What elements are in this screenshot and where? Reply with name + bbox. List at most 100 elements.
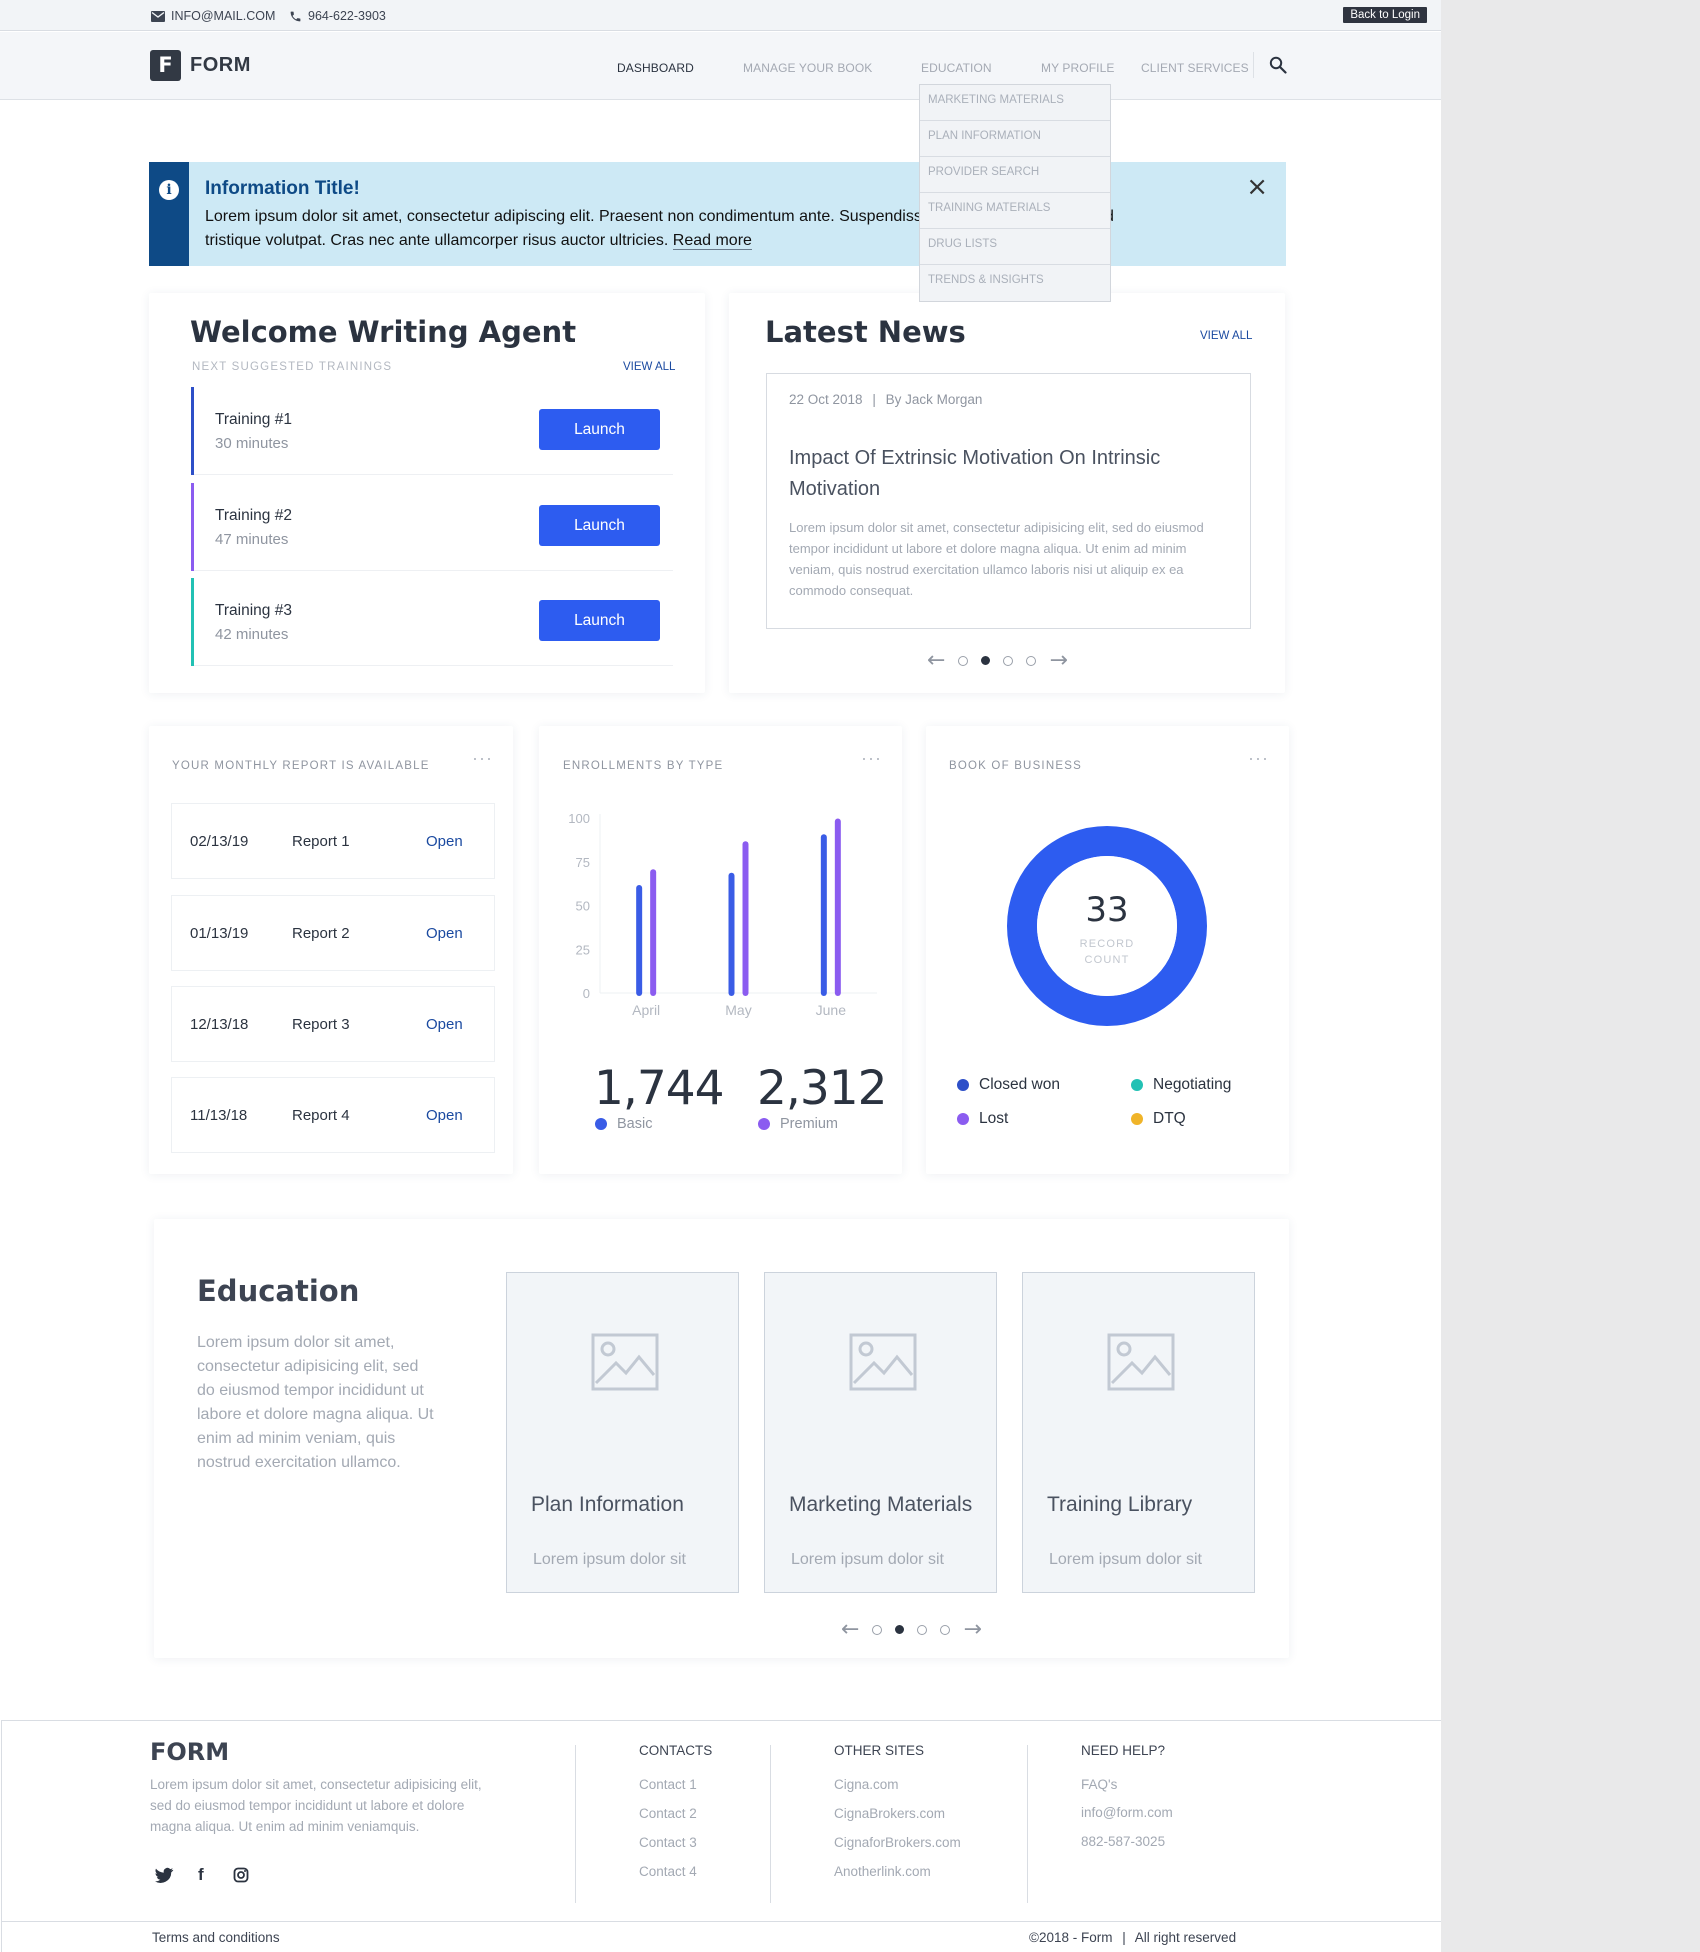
report-date: 12/13/18 [190, 1016, 249, 1033]
nav-education[interactable]: EDUCATION [921, 61, 992, 75]
dropdown-item-trends-insights[interactable]: TRENDS & INSIGHTS [920, 265, 1110, 301]
meta-divider: | [872, 392, 876, 407]
nav-my-profile[interactable]: MY PROFILE [1041, 61, 1114, 75]
other-sites-heading: OTHER SITES [834, 1743, 925, 1758]
logo[interactable]: F FORM [150, 50, 251, 81]
carousel-dot[interactable] [872, 1624, 883, 1635]
premium-total: 2,312 [757, 1061, 888, 1116]
dropdown-item-drug-lists[interactable]: DRUG LISTS [920, 229, 1110, 265]
education-item-card[interactable]: Training Library Lorem ipsum dolor sit [1022, 1272, 1255, 1593]
terms-link[interactable]: Terms and conditions [152, 1930, 280, 1945]
legend-negotiating: Negotiating [1131, 1076, 1231, 1094]
nav-manage-your-book[interactable]: MANAGE YOUR BOOK [743, 61, 872, 75]
training-row: Training #3 42 minutes Launch [191, 578, 673, 666]
carousel-dot[interactable] [917, 1624, 928, 1635]
launch-button[interactable]: Launch [539, 600, 660, 641]
launch-button[interactable]: Launch [539, 505, 660, 546]
carousel-dot[interactable] [940, 1624, 951, 1635]
y-tick-label: 75 [576, 855, 590, 870]
premium-label: Premium [780, 1116, 839, 1132]
footer-contact-link[interactable]: Contact 2 [639, 1806, 697, 1821]
basic-total: 1,744 [594, 1061, 725, 1116]
need-help-heading: NEED HELP? [1081, 1743, 1166, 1758]
phone-contact[interactable]: 964-622-3903 [289, 9, 386, 23]
search-icon[interactable] [1269, 56, 1287, 74]
x-tick-label: May [725, 1002, 751, 1018]
record-count-value: 33 [1085, 890, 1129, 930]
footer-contact-link[interactable]: Contact 3 [639, 1835, 697, 1850]
footer-contact-link[interactable]: Contact 1 [639, 1777, 697, 1792]
news-view-all-link[interactable]: VIEW ALL [1200, 330, 1252, 342]
instagram-icon[interactable] [233, 1867, 249, 1883]
report-open-link[interactable]: Open [426, 1107, 463, 1124]
arrow-left-icon[interactable]: ← [841, 1617, 859, 1642]
premium-legend: Premium [758, 1116, 838, 1132]
more-options-icon[interactable]: ··· [861, 748, 882, 769]
report-row: 12/13/18 Report 3 Open [171, 986, 495, 1062]
education-item-card[interactable]: Marketing Materials Lorem ipsum dolor si… [764, 1272, 997, 1593]
news-article[interactable]: 22 Oct 2018 | By Jack Morgan Impact Of E… [766, 373, 1251, 629]
facebook-icon[interactable]: f [198, 1865, 204, 1885]
email-text: INFO@MAIL.COM [171, 9, 276, 23]
training-row: Training #2 47 minutes Launch [191, 483, 673, 571]
more-options-icon[interactable]: ··· [472, 748, 493, 769]
legend-dot [957, 1079, 969, 1091]
footer-help-link[interactable]: info@form.com [1081, 1805, 1173, 1820]
footer-help-link[interactable]: FAQ's [1081, 1777, 1117, 1792]
carousel-dot-active[interactable] [895, 1625, 905, 1634]
mail-icon [151, 10, 165, 22]
book-of-business-card: BOOK OF BUSINESS ··· 33 RECORD COUNT Clo… [926, 726, 1289, 1174]
footer-divider [1027, 1745, 1028, 1903]
footer-site-link[interactable]: CignaforBrokers.com [834, 1835, 961, 1850]
contacts-heading: CONTACTS [639, 1743, 713, 1758]
dropdown-item-training-materials[interactable]: TRAINING MATERIALS [920, 193, 1110, 229]
info-alert: i Information Title! Lorem ipsum dolor s… [149, 162, 1286, 266]
education-body: Lorem ipsum dolor sit amet, consectetur … [197, 1334, 434, 1471]
legend-dot [758, 1118, 770, 1130]
carousel-dot[interactable] [958, 655, 969, 666]
training-name: Training #1 [215, 411, 292, 428]
footer-contact-link[interactable]: Contact 4 [639, 1864, 697, 1879]
email-contact[interactable]: INFO@MAIL.COM [151, 9, 275, 23]
education-item-subtitle: Lorem ipsum dolor sit [791, 1551, 944, 1568]
arrow-right-icon[interactable]: → [1049, 648, 1067, 673]
more-options-icon[interactable]: ··· [1248, 748, 1269, 769]
carousel-dot-active[interactable] [981, 656, 991, 665]
read-more-link[interactable]: Read more [672, 232, 752, 250]
training-row: Training #1 30 minutes Launch [191, 387, 673, 475]
arrow-left-icon[interactable]: ← [927, 648, 945, 673]
carousel-dot[interactable] [1026, 655, 1037, 666]
nav-divider [1253, 52, 1254, 78]
launch-button[interactable]: Launch [539, 409, 660, 450]
dropdown-item-plan-information[interactable]: PLAN INFORMATION [920, 121, 1110, 157]
news-headline: Impact Of Extrinsic Motivation On Intrin… [789, 447, 1161, 500]
footer-help-link[interactable]: 882-587-3025 [1081, 1834, 1165, 1849]
dropdown-item-marketing-materials[interactable]: MARKETING MATERIALS [920, 85, 1110, 121]
legend-dot [1131, 1113, 1143, 1125]
report-title: YOUR MONTHLY REPORT IS AVAILABLE [172, 760, 430, 772]
basic-legend: Basic [595, 1116, 652, 1132]
arrow-right-icon[interactable]: → [963, 1617, 981, 1642]
footer-site-link[interactable]: Anotherlink.com [834, 1864, 931, 1879]
carousel-dot[interactable] [1003, 655, 1014, 666]
education-title: Education [197, 1274, 360, 1308]
news-title: Latest News [765, 315, 966, 349]
back-to-login-button[interactable]: Back to Login [1343, 7, 1427, 23]
alert-accent-bar: i [149, 162, 189, 266]
nav-client-services[interactable]: CLIENT SERVICES [1141, 61, 1249, 75]
twitter-icon[interactable] [154, 1867, 174, 1885]
education-item-card[interactable]: Plan Information Lorem ipsum dolor sit [506, 1272, 739, 1593]
report-open-link[interactable]: Open [426, 925, 463, 942]
nav-dashboard[interactable]: DASHBOARD [617, 61, 694, 75]
close-icon[interactable]: × [1246, 172, 1268, 202]
education-dropdown: MARKETING MATERIALS PLAN INFORMATION PRO… [919, 84, 1111, 302]
footer-site-link[interactable]: CignaBrokers.com [834, 1806, 945, 1821]
legend-label: Negotiating [1153, 1076, 1232, 1093]
welcome-view-all-link[interactable]: VIEW ALL [623, 361, 675, 373]
report-open-link[interactable]: Open [426, 1016, 463, 1033]
report-open-link[interactable]: Open [426, 833, 463, 850]
footer-site-link[interactable]: Cigna.com [834, 1777, 899, 1792]
training-accent-bar [191, 578, 194, 666]
training-duration: 47 minutes [215, 531, 289, 548]
dropdown-item-provider-search[interactable]: PROVIDER SEARCH [920, 157, 1110, 193]
